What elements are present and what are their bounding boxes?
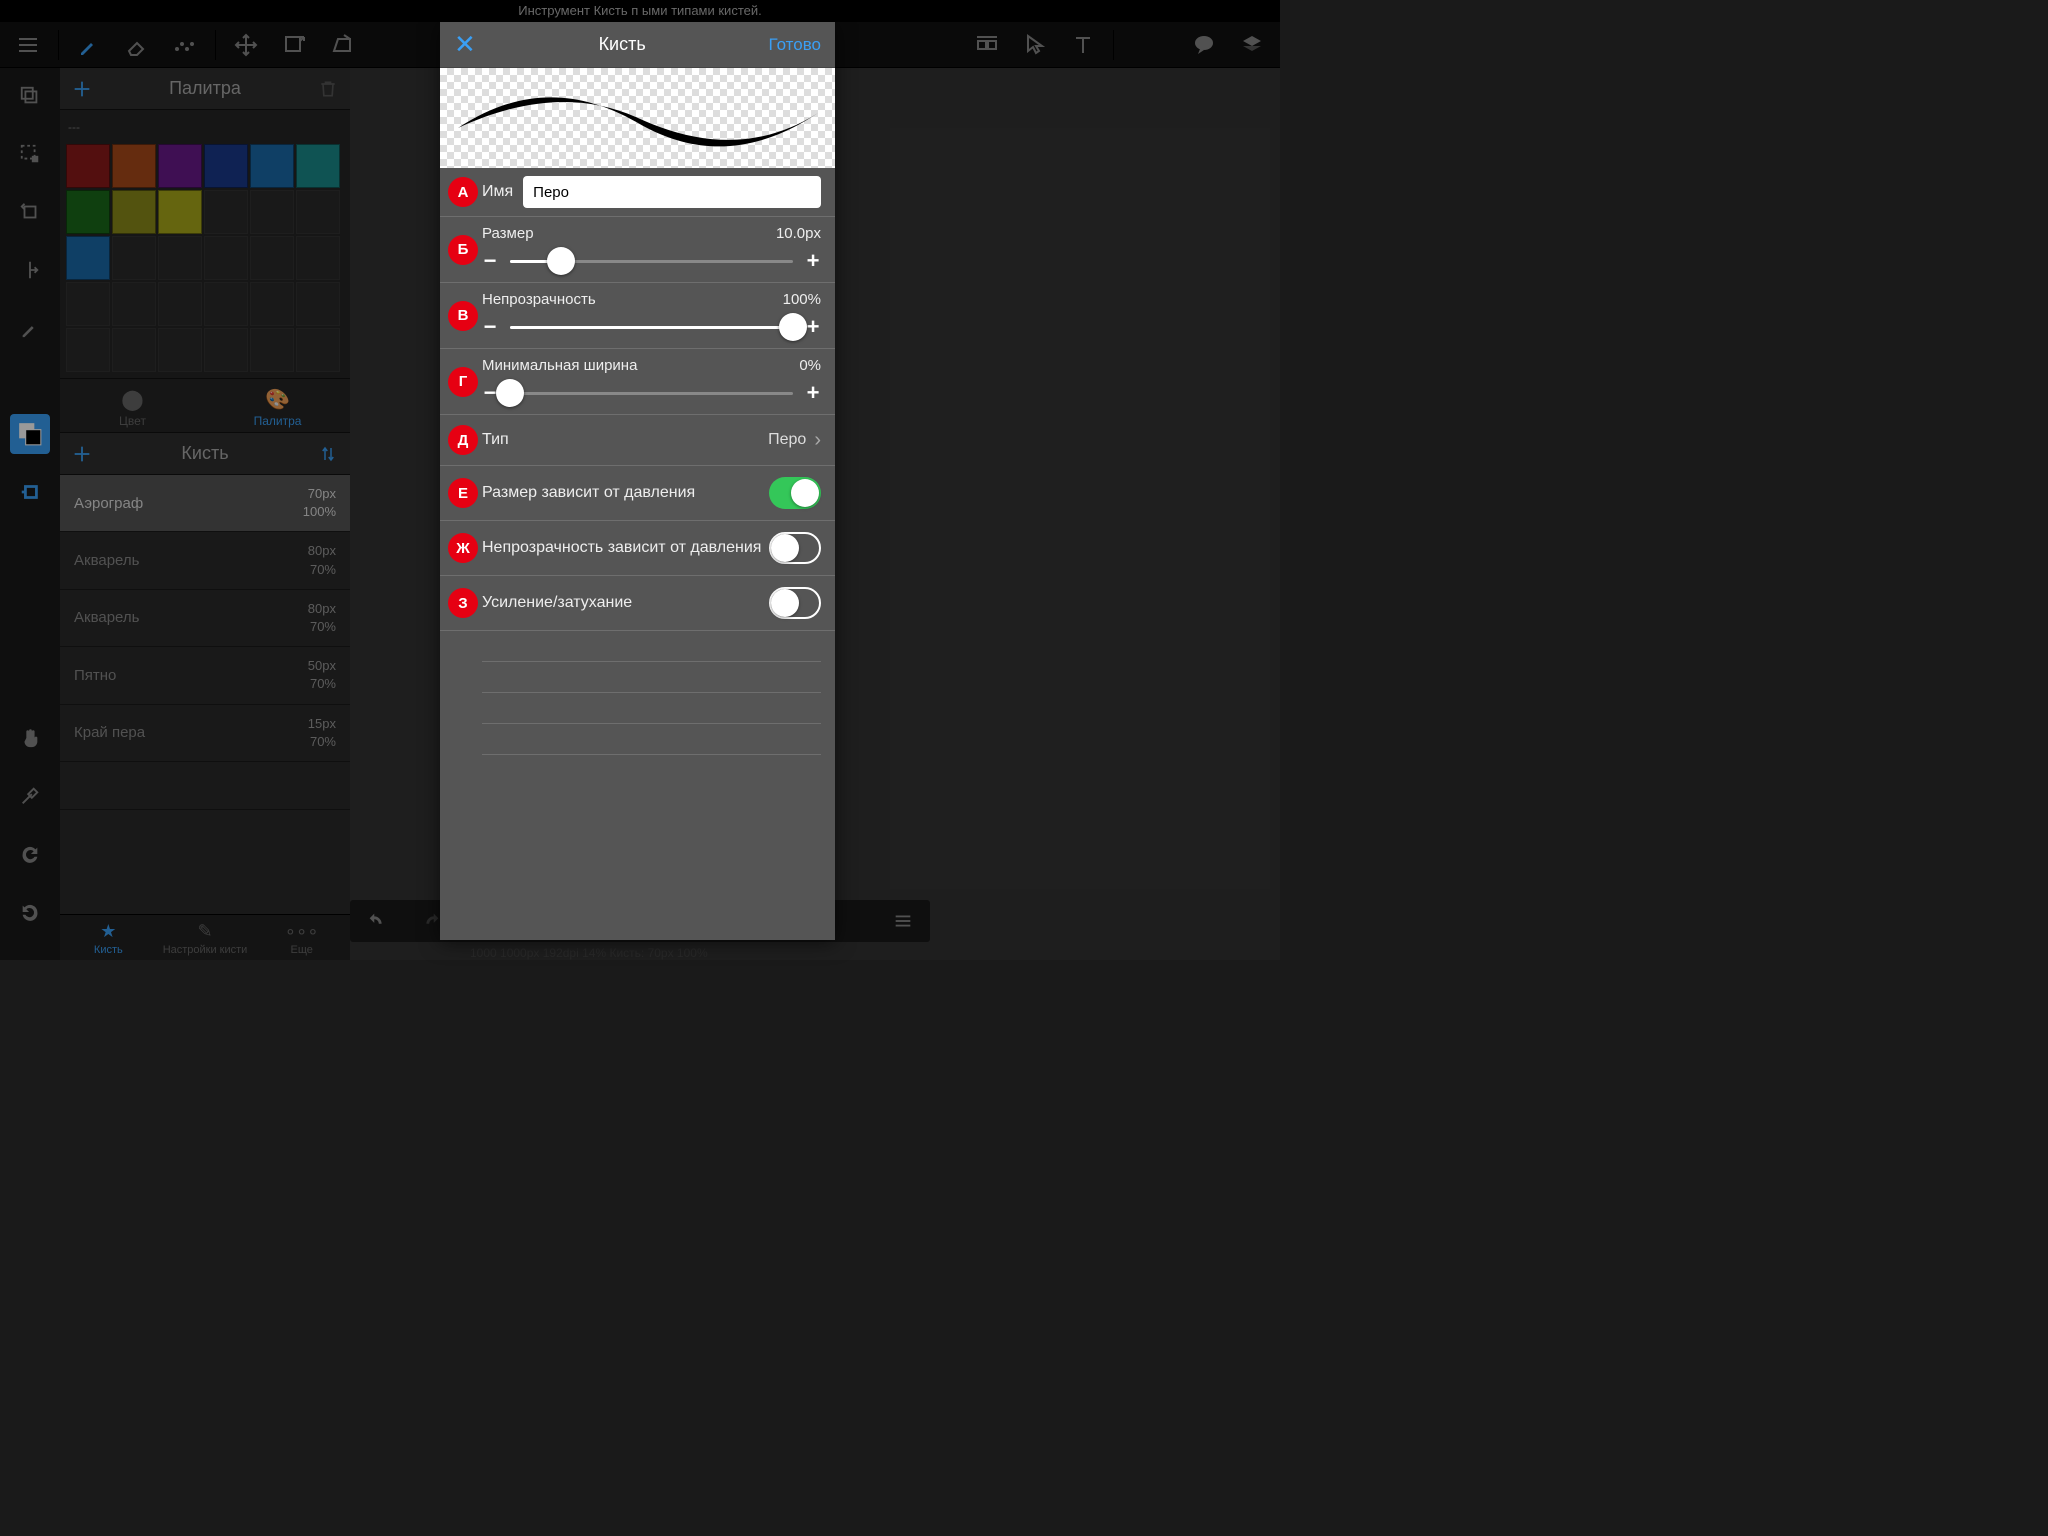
brush-settings-popover: ✕ Кисть Готово А Имя Б Размер 10.0px − + …	[440, 22, 835, 940]
badge-zh: Ж	[448, 533, 478, 563]
size-value: 10.0px	[776, 225, 821, 242]
fade-label: Усиление/затухание	[482, 594, 632, 612]
badge-g: Г	[448, 367, 478, 397]
size-slider[interactable]	[510, 260, 793, 263]
name-label: Имя	[482, 183, 513, 201]
opacity-label: Непрозрачность	[482, 291, 596, 308]
type-label: Тип	[482, 431, 509, 449]
setting-opacity: В Непрозрачность 100% − +	[440, 283, 835, 349]
divider	[482, 754, 821, 755]
badge-b: Б	[448, 235, 478, 265]
type-value: Перо	[768, 431, 806, 449]
opacity-pressure-label: Непрозрачность зависит от давления	[482, 539, 761, 557]
minwidth-slider[interactable]	[510, 392, 793, 395]
opacity-value: 100%	[783, 291, 821, 308]
setting-size: Б Размер 10.0px − +	[440, 217, 835, 283]
fade-toggle[interactable]	[769, 587, 821, 619]
brush-preview	[440, 68, 835, 168]
badge-z: З	[448, 588, 478, 618]
size-pressure-toggle[interactable]	[769, 477, 821, 509]
popover-title: Кисть	[599, 34, 646, 55]
opacity-slider[interactable]	[510, 326, 793, 329]
opacity-pressure-toggle[interactable]	[769, 532, 821, 564]
badge-a: А	[448, 177, 478, 207]
popover-body: А Имя Б Размер 10.0px − + В Непрозрачност…	[440, 168, 835, 940]
close-icon[interactable]: ✕	[454, 29, 476, 60]
opacity-plus[interactable]: +	[805, 314, 821, 340]
size-label: Размер	[482, 225, 534, 242]
size-plus[interactable]: +	[805, 248, 821, 274]
minwidth-value: 0%	[799, 357, 821, 374]
done-button[interactable]: Готово	[769, 35, 822, 55]
minwidth-plus[interactable]: +	[805, 380, 821, 406]
divider	[482, 661, 821, 662]
brush-name-input[interactable]	[523, 176, 821, 208]
setting-name: А Имя	[440, 168, 835, 217]
setting-size-pressure: Е Размер зависит от давления	[440, 466, 835, 521]
badge-e: Е	[448, 478, 478, 508]
badge-d: Д	[448, 425, 478, 455]
badge-v: В	[448, 301, 478, 331]
size-pressure-label: Размер зависит от давления	[482, 484, 695, 502]
setting-type[interactable]: Д Тип Перо ›	[440, 415, 835, 466]
setting-opacity-pressure: Ж Непрозрачность зависит от давления	[440, 521, 835, 576]
size-minus[interactable]: −	[482, 248, 498, 274]
setting-fade: З Усиление/затухание	[440, 576, 835, 631]
opacity-minus[interactable]: −	[482, 314, 498, 340]
divider	[482, 723, 821, 724]
popover-header: ✕ Кисть Готово	[440, 22, 835, 68]
divider	[482, 692, 821, 693]
setting-min-width: Г Минимальная ширина0% − +	[440, 349, 835, 415]
chevron-right-icon: ›	[814, 429, 821, 452]
minwidth-label: Минимальная ширина	[482, 357, 637, 374]
